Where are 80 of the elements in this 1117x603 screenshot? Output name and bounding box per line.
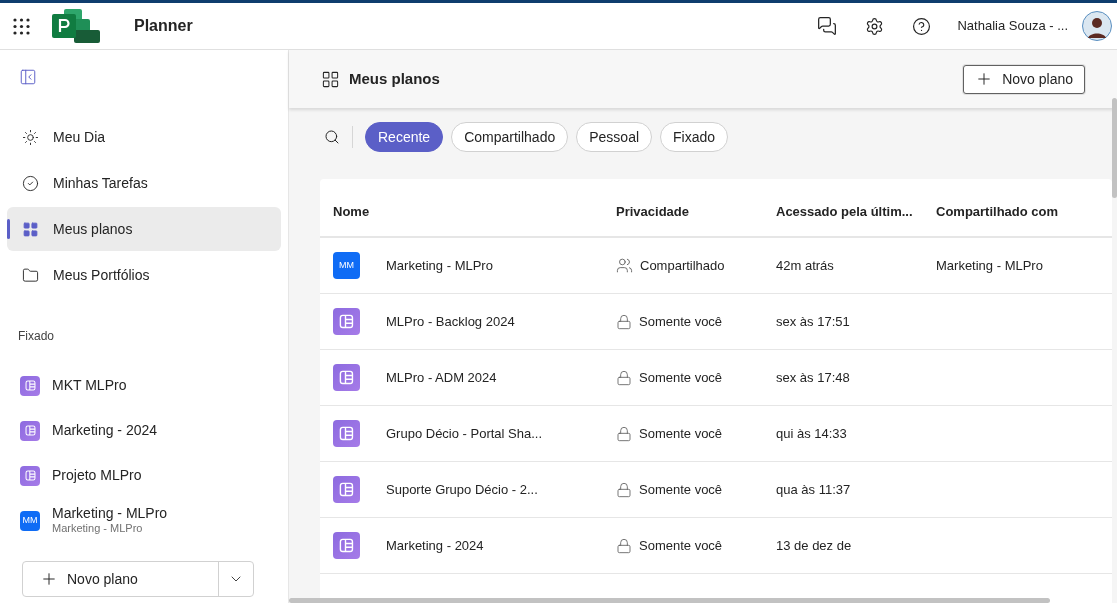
accessed-time: 42m atrás xyxy=(776,256,835,275)
column-header[interactable]: Privacidade xyxy=(616,201,776,221)
accessed-time: 13 de dez de xyxy=(776,536,853,555)
pinned-plan[interactable]: Marketing - 2024 xyxy=(0,408,288,453)
grid-icon xyxy=(321,69,340,89)
plan-row[interactable]: Suporte Grupo Décio - 2... Somente você qua às 11:37 xyxy=(320,462,1112,518)
column-header[interactable]: Compartilhado com xyxy=(936,201,1112,221)
pinned-plan[interactable]: MM Marketing - MLPro Marketing - MLPro xyxy=(0,498,288,543)
app-title: Planner xyxy=(134,16,193,36)
filter-pill[interactable]: Fixado xyxy=(660,122,729,152)
pinned-plan[interactable]: MKT MLPro xyxy=(0,363,288,408)
privacy-label: Compartilhado xyxy=(640,256,725,275)
plan-name: Marketing - MLPro xyxy=(386,256,493,275)
filter-pill[interactable]: Recente xyxy=(365,122,444,152)
user-avatar[interactable] xyxy=(1082,11,1112,41)
lock-icon xyxy=(616,313,632,330)
plan-name: Grupo Décio - Portal Sha... xyxy=(386,424,543,443)
help-icon[interactable] xyxy=(912,16,932,36)
plan-name: Suporte Grupo Décio - 2... xyxy=(386,480,538,499)
privacy-label: Somente você xyxy=(639,480,723,499)
plan-name: MLPro - Backlog 2024 xyxy=(386,312,515,331)
nav-item[interactable]: Minhas Tarefas xyxy=(7,161,281,205)
plan-icon xyxy=(20,465,40,486)
accessed-time: qui às 14:33 xyxy=(776,424,848,443)
planner-logo xyxy=(52,9,102,43)
settings-icon[interactable] xyxy=(865,16,885,36)
new-plan-button[interactable]: Novo plano xyxy=(23,562,219,596)
grid-icon xyxy=(22,220,39,238)
accessed-time: sex às 17:48 xyxy=(776,368,851,387)
section-heading: Fixado xyxy=(18,328,56,345)
task-check-icon xyxy=(22,174,39,192)
vertical-scrollbar[interactable] xyxy=(1112,98,1117,198)
plan-row[interactable]: Grupo Décio - Portal Sha... Somente você qui às 14:33 xyxy=(320,406,1112,462)
filter-pill[interactable]: Compartilhado xyxy=(451,122,569,152)
plan-row[interactable]: MM Marketing - MLPro Compartilhado 42m atrás Marketing - MLPro xyxy=(320,238,1112,294)
privacy-label: Somente você xyxy=(639,424,723,443)
column-header[interactable]: Acessado pela últim... xyxy=(776,201,936,221)
accessed-time: qua às 11:37 xyxy=(776,480,852,499)
folder-icon xyxy=(22,266,39,284)
shared-with: Marketing - MLPro xyxy=(936,256,1044,275)
people-icon xyxy=(616,257,633,274)
lock-icon xyxy=(616,425,632,442)
privacy-label: Somente você xyxy=(639,536,723,555)
plan-icon xyxy=(333,420,360,447)
plan-icon xyxy=(333,532,360,559)
plan-name: Marketing - 2024 xyxy=(386,536,484,555)
plan-icon xyxy=(333,364,360,391)
nav-item[interactable]: Meu Dia xyxy=(7,115,281,159)
plan-row[interactable]: MLPro - Backlog 2024 Somente você sex às 17:51 xyxy=(320,294,1112,350)
user-name[interactable]: Nathalia Souza - ... xyxy=(957,16,1068,36)
lock-icon xyxy=(616,537,632,554)
group-avatar: MM xyxy=(20,510,40,531)
filter-pill[interactable]: Pessoal xyxy=(576,122,653,152)
plan-icon xyxy=(333,476,360,503)
privacy-label: Somente você xyxy=(639,368,723,387)
plan-subtitle: Marketing - MLPro xyxy=(52,522,144,537)
plan-icon xyxy=(333,308,360,335)
sun-icon xyxy=(22,128,39,146)
horizontal-scrollbar[interactable] xyxy=(289,598,1050,603)
group-avatar: MM xyxy=(333,252,360,279)
feedback-icon[interactable] xyxy=(817,16,838,36)
plan-row[interactable]: MLPro - ADM 2024 Somente você sex às 17:48 xyxy=(320,350,1112,406)
nav-item[interactable]: Meus Portfólios xyxy=(7,253,281,297)
plus-icon xyxy=(40,570,58,588)
plan-icon xyxy=(20,420,40,441)
accessed-time: sex às 17:51 xyxy=(776,312,851,331)
nav-item[interactable]: Meus planos xyxy=(7,207,281,251)
plan-name: MLPro - ADM 2024 xyxy=(386,368,497,387)
pinned-plan[interactable]: Projeto MLPro xyxy=(0,453,288,498)
new-plan-button[interactable]: Novo plano xyxy=(963,64,1085,94)
plan-row[interactable]: Marketing - 2024 Somente você 13 de dez de xyxy=(320,518,1112,574)
collapse-sidebar-icon[interactable] xyxy=(19,68,37,86)
lock-icon xyxy=(616,369,632,386)
privacy-label: Somente você xyxy=(639,312,723,331)
app-launcher-icon[interactable] xyxy=(13,17,30,35)
column-header[interactable]: Nome xyxy=(333,201,616,221)
search-icon[interactable] xyxy=(324,129,340,145)
page-title: Meus planos xyxy=(349,68,440,89)
plan-icon xyxy=(20,375,40,396)
lock-icon xyxy=(616,481,632,498)
